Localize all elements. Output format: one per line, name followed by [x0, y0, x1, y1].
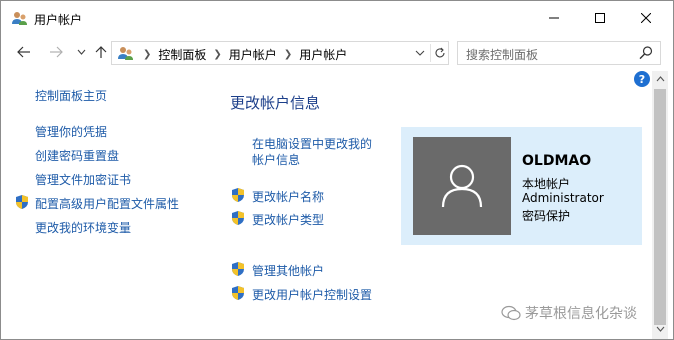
avatar[interactable]	[413, 137, 511, 235]
refresh-button[interactable]	[430, 44, 448, 62]
pc-settings-link-line1[interactable]: 在电脑设置中更改我的	[252, 135, 372, 152]
change-account-type-link[interactable]: 更改帐户类型	[252, 211, 324, 228]
chevron-down-icon	[656, 326, 664, 332]
account-type: 本地帐户	[522, 177, 571, 191]
change-uac-settings-link[interactable]: 更改用户帐户控制设置	[252, 286, 372, 303]
scroll-thumb[interactable]	[654, 89, 666, 325]
breadcrumb: ❯ 控制面板 ❯ 用户帐户 ❯ 用户帐户	[136, 46, 347, 63]
breadcrumb-control-panel[interactable]: 控制面板	[158, 46, 206, 63]
manage-credentials-link[interactable]: 管理你的凭据	[35, 123, 107, 140]
user-accounts-icon	[118, 47, 133, 60]
maximize-button[interactable]	[577, 1, 623, 35]
breadcrumb-user-accounts[interactable]: 用户帐户	[229, 46, 277, 63]
chevron-right-icon[interactable]: ❯	[213, 49, 221, 60]
search-placeholder: 搜索控制面板	[466, 48, 539, 62]
arrow-up-icon	[95, 46, 107, 58]
breadcrumb-user-accounts-current[interactable]: 用户帐户	[299, 46, 347, 63]
search-input[interactable]: 搜索控制面板	[457, 41, 661, 65]
maximize-icon	[595, 13, 605, 23]
close-icon	[641, 13, 651, 23]
search-icon[interactable]	[638, 45, 654, 61]
chat-icon	[501, 305, 521, 321]
recent-locations-button[interactable]	[70, 41, 92, 63]
help-icon[interactable]: ?	[634, 71, 650, 87]
uac-shield-icon	[232, 286, 244, 300]
up-button[interactable]	[90, 41, 112, 63]
minimize-icon	[549, 17, 559, 19]
create-password-reset-disk-link[interactable]: 创建密码重置盘	[35, 147, 119, 164]
manage-encryption-certificates-link[interactable]: 管理文件加密证书	[35, 171, 131, 188]
window-title: 用户帐户	[34, 13, 83, 27]
change-environment-variables-link[interactable]: 更改我的环境变量	[35, 219, 131, 236]
chevron-right-icon[interactable]: ❯	[284, 49, 292, 60]
uac-shield-icon	[232, 262, 244, 276]
chevron-up-icon	[656, 76, 664, 82]
account-protection: 密码保护	[522, 209, 571, 223]
watermark: 茅草根信息化杂谈	[501, 303, 637, 323]
title-bar: 用户帐户	[1, 1, 673, 35]
account-name: OLDMAO	[522, 153, 592, 169]
change-account-name-link[interactable]: 更改帐户名称	[252, 188, 324, 205]
minimize-button[interactable]	[531, 1, 577, 35]
refresh-icon	[435, 47, 445, 58]
user-accounts-icon	[12, 12, 27, 25]
address-history-button[interactable]	[412, 44, 428, 62]
user-icon	[441, 164, 483, 208]
arrow-right-icon	[50, 46, 63, 58]
page-heading: 更改帐户信息	[230, 94, 321, 112]
navigation-bar: ❯ 控制面板 ❯ 用户帐户 ❯ 用户帐户 搜索控制面板	[1, 37, 673, 69]
close-button[interactable]	[623, 1, 669, 35]
watermark-text: 茅草根信息化杂谈	[525, 306, 637, 322]
control-panel-window: 用户帐户 ❯ 控制面板 ❯ 用户帐户 ❯ 用户帐户 搜索控制面板 ? 控制面板主…	[0, 0, 674, 340]
uac-shield-icon	[232, 188, 244, 202]
advanced-profile-properties-link[interactable]: 配置高级用户配置文件属性	[35, 195, 179, 212]
chevron-down-icon	[415, 50, 425, 56]
uac-shield-icon	[16, 195, 28, 209]
manage-other-accounts-link[interactable]: 管理其他帐户	[252, 262, 324, 279]
arrow-left-icon	[17, 46, 30, 58]
chevron-down-icon	[77, 49, 85, 55]
vertical-scrollbar[interactable]	[652, 71, 668, 339]
chevron-right-icon: ❯	[143, 49, 152, 60]
account-card: OLDMAO 本地帐户 Administrator 密码保护	[401, 127, 642, 245]
account-role: Administrator	[522, 191, 604, 205]
forward-button[interactable]	[45, 41, 67, 63]
back-button[interactable]	[13, 41, 35, 63]
address-bar[interactable]: ❯ 控制面板 ❯ 用户帐户 ❯ 用户帐户	[111, 41, 449, 65]
uac-shield-icon	[232, 211, 244, 225]
control-panel-home-link[interactable]: 控制面板主页	[35, 87, 107, 104]
scroll-up-button[interactable]	[652, 71, 668, 87]
scroll-down-button[interactable]	[652, 321, 668, 337]
pc-settings-link-line2[interactable]: 帐户信息	[252, 151, 300, 168]
